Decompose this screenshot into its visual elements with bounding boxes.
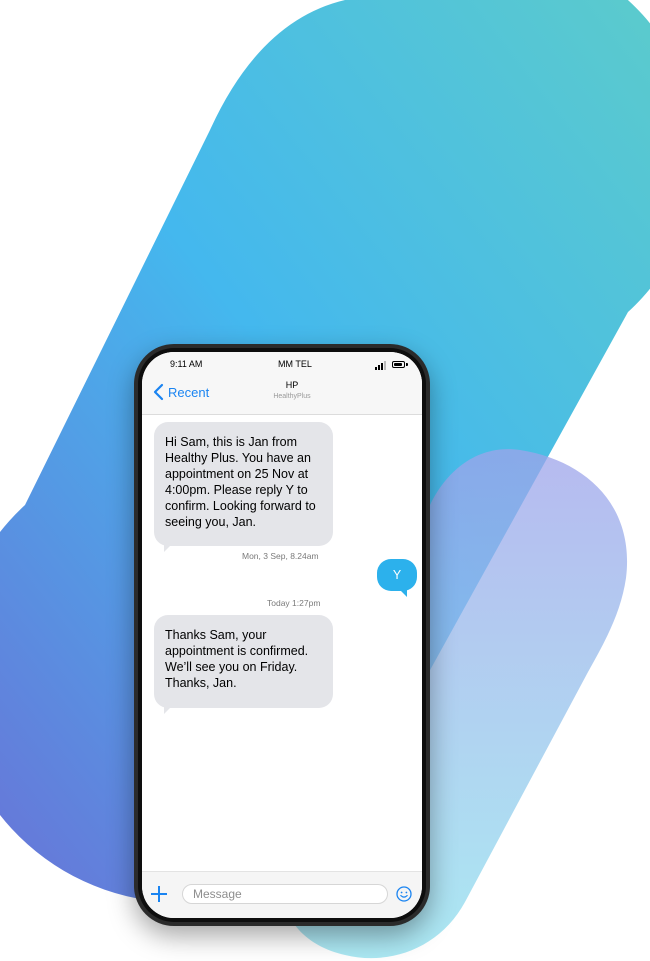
messages-screen: 9:11 AM MM TEL Recent HP HealthyPlus Hi … xyxy=(142,352,422,918)
status-time: 9:11 AM xyxy=(170,359,203,369)
message-bubble-incoming[interactable]: Thanks Sam, your appointment is confirme… xyxy=(154,615,333,714)
back-button[interactable]: Recent xyxy=(152,383,209,401)
compose-bar xyxy=(142,871,422,918)
conversation-header: Recent HP HealthyPlus xyxy=(142,374,422,415)
message-timestamp: Mon, 3 Sep, 8.24am xyxy=(242,551,319,561)
status-carrier: MM TEL xyxy=(278,359,312,369)
plus-icon[interactable] xyxy=(151,886,167,902)
phone-frame: 9:11 AM MM TEL Recent HP HealthyPlus Hi … xyxy=(134,344,430,926)
phone-bezel: 9:11 AM MM TEL Recent HP HealthyPlus Hi … xyxy=(138,348,426,922)
emoji-icon[interactable] xyxy=(396,886,412,902)
message-bubble-incoming[interactable]: Hi Sam, this is Jan from Healthy Plus. Y… xyxy=(154,422,333,552)
contact-subtitle: HealthyPlus xyxy=(273,393,311,400)
message-input[interactable] xyxy=(182,884,388,904)
chevron-left-icon xyxy=(153,383,164,401)
message-timestamp: Today 1:27pm xyxy=(267,598,321,608)
contact-info[interactable]: HP HealthyPlus xyxy=(242,380,342,402)
battery-tip xyxy=(406,363,408,366)
status-bar: 9:11 AM MM TEL xyxy=(142,352,422,374)
back-label: Recent xyxy=(168,384,210,400)
battery-icon xyxy=(392,361,405,368)
contact-name: HP xyxy=(285,380,299,390)
signal-icon xyxy=(375,361,387,370)
message-bubble-outgoing[interactable]: Y xyxy=(377,559,417,597)
